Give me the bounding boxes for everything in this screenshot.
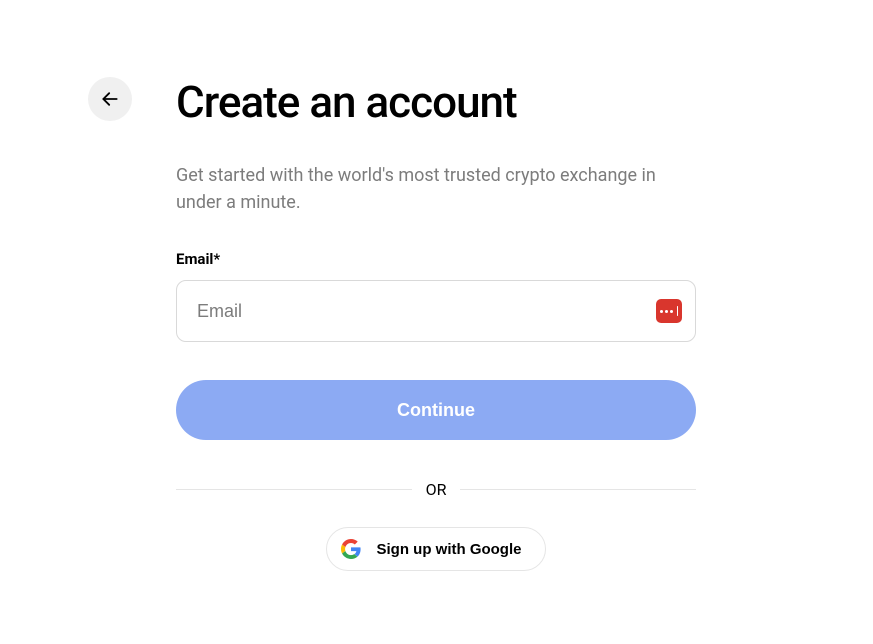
signup-form: Create an account Get started with the w…: [176, 78, 696, 571]
google-icon: [341, 539, 361, 559]
page-title: Create an account: [176, 78, 696, 126]
back-button[interactable]: [88, 77, 132, 121]
divider-text: OR: [412, 480, 461, 499]
divider-line-right: [460, 489, 696, 490]
password-manager-icon[interactable]: [656, 299, 682, 323]
google-signup-button[interactable]: Sign up with Google: [326, 527, 547, 571]
page-subtitle: Get started with the world's most truste…: [176, 162, 696, 216]
continue-button[interactable]: Continue: [176, 380, 696, 440]
email-field[interactable]: [176, 280, 696, 342]
google-signup-label: Sign up with Google: [377, 541, 522, 558]
divider: OR: [176, 480, 696, 499]
email-input-wrapper: [176, 280, 696, 342]
email-label: Email*: [176, 250, 696, 268]
arrow-left-icon: [100, 89, 120, 109]
divider-line-left: [176, 489, 412, 490]
